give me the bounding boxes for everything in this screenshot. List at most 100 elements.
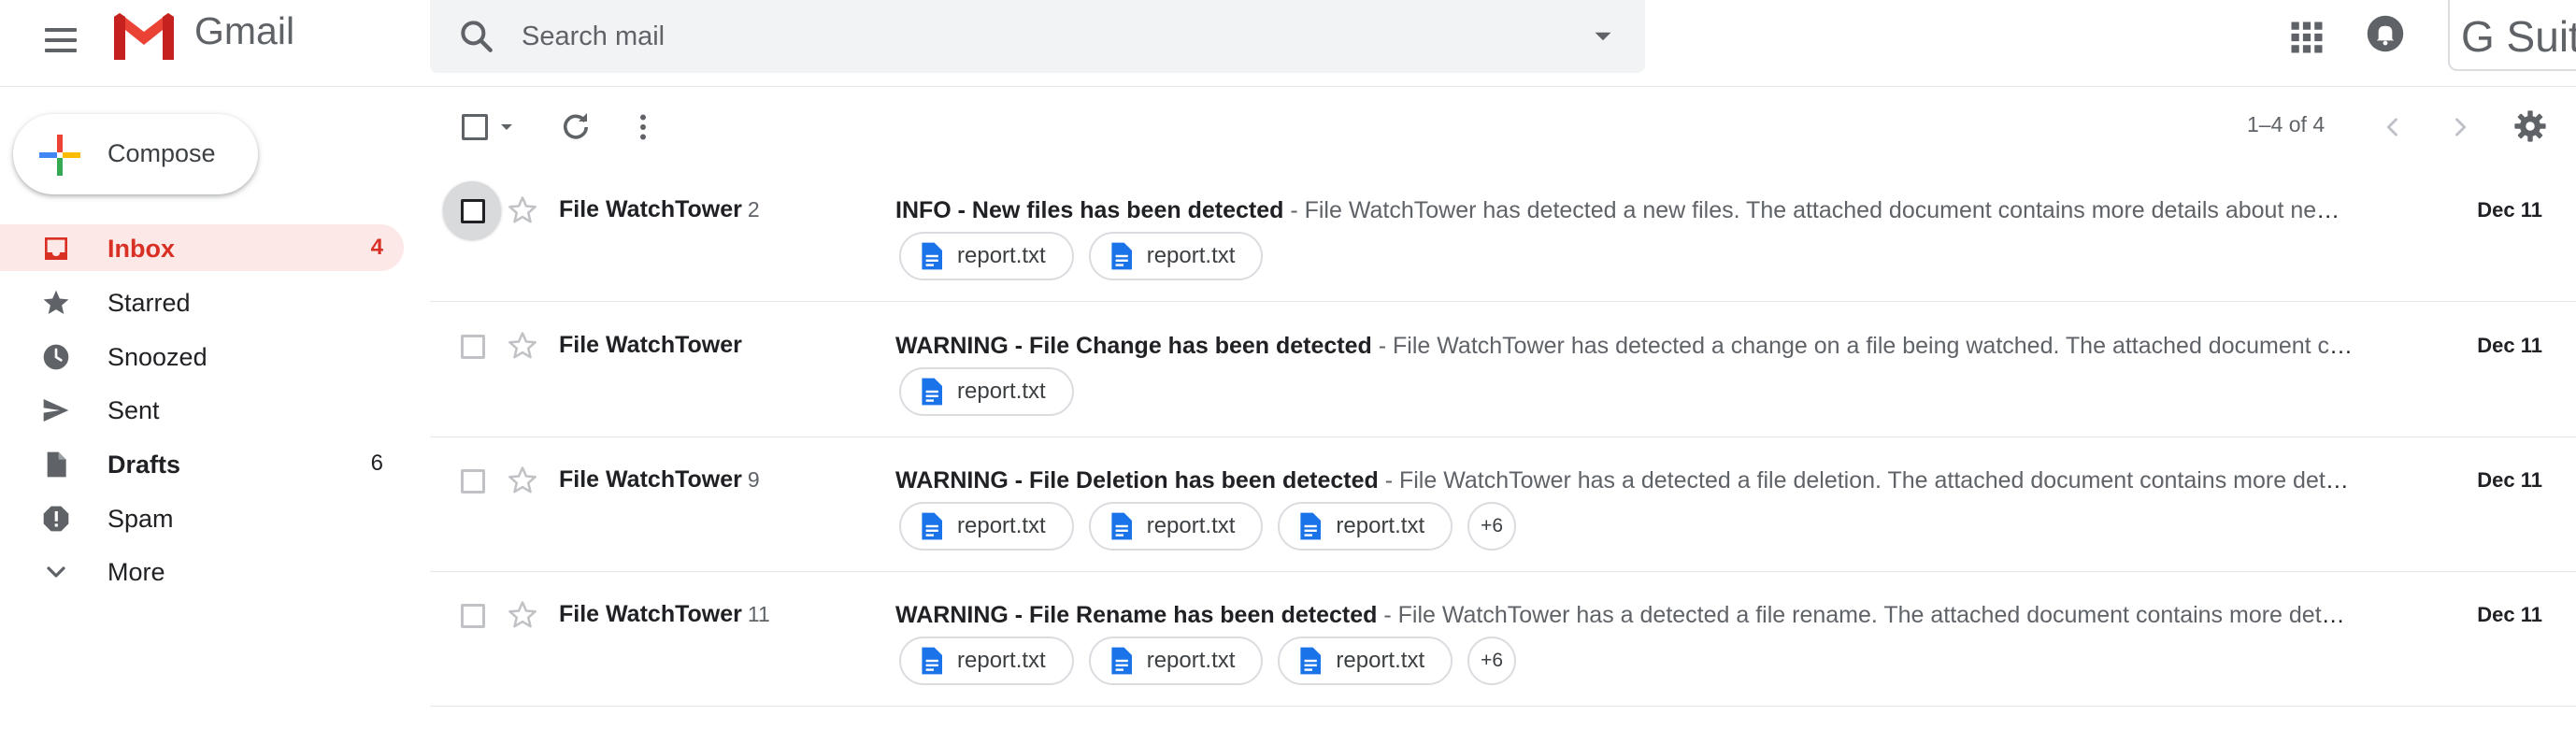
gsuite-account-badge[interactable]: G Suite	[2448, 0, 2576, 71]
search-input[interactable]	[520, 13, 1514, 60]
attachment-list: report.txt	[899, 367, 1074, 416]
sender-name: File WatchTower	[559, 196, 742, 222]
row-checkbox-wrap[interactable]	[443, 317, 501, 375]
star-icon	[43, 290, 69, 314]
chevron-right-icon[interactable]	[2447, 112, 2473, 142]
email-row[interactable]: File WatchTower 11 WARNING - File Rename …	[430, 571, 2576, 707]
sidebar-item-starred[interactable]: Starred	[0, 279, 404, 325]
main-menu-button[interactable]	[37, 17, 84, 64]
document-icon	[1111, 647, 1132, 675]
sidebar-item-more[interactable]: More	[0, 548, 404, 594]
row-checkbox[interactable]	[461, 604, 485, 628]
apps-grid-icon[interactable]	[2286, 17, 2327, 58]
attachment-name: report.txt	[1146, 243, 1236, 268]
search-bar	[430, 0, 1645, 73]
email-subject-line: INFO - New files has been detected - Fil…	[895, 197, 2354, 224]
row-checkbox[interactable]	[461, 335, 485, 359]
sidebar-item-label: More	[107, 558, 165, 586]
email-row[interactable]: File WatchTower 2 INFO - New files has be…	[430, 166, 2576, 302]
sidebar-item-inbox[interactable]: Inbox 4	[0, 224, 404, 271]
sidebar-item-snoozed[interactable]: Snoozed	[0, 333, 404, 379]
email-snippet: - File WatchTower has a detected a file …	[1384, 467, 2354, 494]
attachment-chip[interactable]: report.txt	[899, 232, 1074, 280]
email-subject-line: WARNING - File Rename has been detected …	[895, 602, 2354, 629]
row-checkbox[interactable]	[461, 199, 485, 223]
compose-label: Compose	[107, 139, 216, 167]
attachment-chip[interactable]: report.txt	[1278, 502, 1453, 551]
sidebar-item-sent[interactable]: Sent	[0, 386, 404, 433]
email-subject-line: WARNING - File Change has been detected …	[895, 333, 2354, 360]
inbox-icon	[45, 237, 67, 260]
search-icon[interactable]	[456, 16, 497, 57]
attachment-name: report.txt	[1336, 513, 1425, 538]
document-icon	[1300, 647, 1322, 675]
document-icon	[922, 647, 942, 675]
star-toggle-icon[interactable]	[507, 465, 538, 496]
more-attachments-chip[interactable]: +6	[1467, 637, 1517, 685]
top-bar: Gmail G Suite	[0, 0, 2576, 87]
attachment-chip[interactable]: report.txt	[899, 637, 1074, 685]
pagination-range: 1–4 of 4	[2247, 112, 2326, 136]
email-subject: INFO - New files has been detected	[895, 197, 1284, 223]
star-toggle-icon[interactable]	[507, 330, 538, 362]
email-date: Dec 11	[2477, 468, 2542, 492]
sidebar-item-drafts[interactable]: Drafts 6	[0, 440, 404, 487]
thread-count: 9	[747, 467, 760, 492]
compose-plus-icon	[39, 135, 80, 176]
attachment-chip[interactable]: report.txt	[1088, 637, 1264, 685]
sidebar-item-label: Inbox	[107, 235, 175, 263]
email-snippet: - File WatchTower has detected a change …	[1378, 333, 2354, 359]
settings-gear-icon[interactable]	[2512, 108, 2548, 144]
document-icon	[922, 512, 942, 540]
email-sender: File WatchTower 2	[559, 196, 760, 223]
thread-count: 11	[747, 602, 770, 626]
send-icon	[43, 399, 69, 422]
sidebar-item-label: Spam	[107, 505, 174, 533]
email-snippet: - File WatchTower has detected a new fil…	[1283, 197, 2354, 223]
chevron-left-icon[interactable]	[2380, 112, 2406, 142]
sender-name: File WatchTower	[559, 332, 742, 358]
row-checkbox[interactable]	[461, 469, 485, 494]
email-date: Dec 11	[2477, 603, 2542, 626]
row-checkbox-wrap[interactable]	[443, 451, 501, 509]
hamburger-line	[45, 28, 77, 32]
attachment-chip[interactable]: report.txt	[1088, 502, 1264, 551]
app-name: Gmail	[194, 9, 295, 52]
attachment-list: report.txt report.txt	[899, 232, 1264, 280]
chevron-down-icon	[47, 566, 65, 578]
refresh-icon[interactable]	[559, 110, 593, 144]
email-sender: File WatchTower	[559, 332, 748, 359]
attachment-list: report.txt report.txt report.txt +6	[899, 637, 1517, 685]
attachment-chip[interactable]: report.txt	[1088, 232, 1264, 280]
sender-name: File WatchTower	[559, 466, 742, 493]
attachment-chip[interactable]: report.txt	[899, 367, 1074, 416]
more-attachments-chip[interactable]: +6	[1467, 502, 1517, 551]
select-all-checkbox[interactable]	[462, 114, 488, 140]
star-toggle-icon[interactable]	[507, 599, 538, 631]
more-vert-icon[interactable]	[626, 110, 660, 144]
search-options-caret-icon[interactable]	[1587, 21, 1619, 52]
document-icon	[922, 242, 942, 270]
email-sender: File WatchTower 9	[559, 466, 760, 494]
hamburger-line	[45, 38, 77, 42]
sidebar-item-spam[interactable]: Spam	[0, 494, 404, 541]
row-checkbox-wrap[interactable]	[443, 181, 501, 239]
email-row[interactable]: File WatchTower WARNING - File Change ha…	[430, 302, 2576, 437]
gsuite-label: G Suite	[2461, 12, 2576, 61]
sender-name: File WatchTower	[559, 601, 742, 627]
email-subject-line: WARNING - File Deletion has been detecte…	[895, 467, 2354, 494]
gmail-logo-icon[interactable]	[110, 7, 178, 64]
row-checkbox-wrap[interactable]	[443, 586, 501, 644]
select-menu-caret-icon[interactable]	[495, 116, 518, 138]
attachment-chip[interactable]: report.txt	[1278, 637, 1453, 685]
email-row[interactable]: File WatchTower 9 WARNING - File Deletion…	[430, 436, 2576, 572]
email-date: Dec 11	[2477, 334, 2542, 357]
star-toggle-icon[interactable]	[507, 194, 538, 226]
sidebar-item-label: Sent	[107, 396, 160, 424]
attachment-name: report.txt	[1146, 513, 1236, 538]
compose-button[interactable]: Compose	[13, 114, 258, 194]
document-icon	[1111, 512, 1132, 540]
notifications-bell-icon[interactable]	[2365, 13, 2406, 54]
attachment-name: report.txt	[957, 513, 1046, 538]
attachment-chip[interactable]: report.txt	[899, 502, 1074, 551]
